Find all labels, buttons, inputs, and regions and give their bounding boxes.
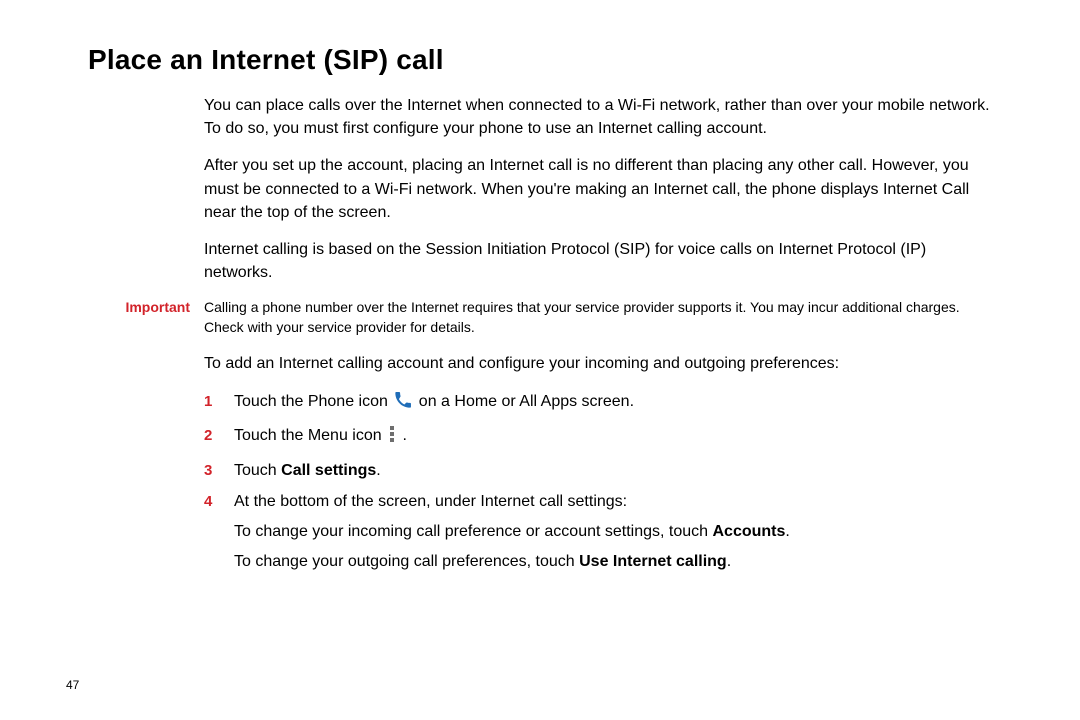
text-run: . xyxy=(403,427,407,444)
lead-in: To add an Internet calling account and c… xyxy=(204,352,996,375)
step-text: At the bottom of the screen, under Inter… xyxy=(234,489,996,574)
important-text: Calling a phone number over the Internet… xyxy=(204,298,996,337)
text-run: . xyxy=(727,553,731,570)
step-list: 1 Touch the Phone icon on a Home or All … xyxy=(204,389,996,575)
text-run: To change your outgoing call preferences… xyxy=(234,553,579,570)
step-text: Touch the Menu icon . xyxy=(234,423,996,452)
text-run: . xyxy=(785,523,789,540)
sub-line: To change your outgoing call preferences… xyxy=(234,549,996,575)
sub-line: To change your incoming call preference … xyxy=(234,519,996,545)
text-run: on a Home or All Apps screen. xyxy=(419,393,634,410)
intro-block: You can place calls over the Internet wh… xyxy=(204,94,1016,284)
text-run: To change your incoming call preference … xyxy=(234,523,713,540)
paragraph: Internet calling is based on the Session… xyxy=(204,238,996,284)
text-run: Touch the Phone icon xyxy=(234,393,392,410)
bold-term: Accounts xyxy=(713,523,786,540)
step-item: 4 At the bottom of the screen, under Int… xyxy=(204,489,996,574)
document-page: Place an Internet (SIP) call You can pla… xyxy=(0,0,1080,720)
text-run: Touch the Menu icon xyxy=(234,427,386,444)
text-run: At the bottom of the screen, under Inter… xyxy=(234,493,627,510)
paragraph: You can place calls over the Internet wh… xyxy=(204,94,996,140)
step-item: 1 Touch the Phone icon on a Home or All … xyxy=(204,389,996,418)
bold-term: Call settings xyxy=(281,462,376,479)
page-title: Place an Internet (SIP) call xyxy=(88,44,1016,76)
step-item: 2 Touch the Menu icon . xyxy=(204,423,996,452)
step-text: Touch Call settings. xyxy=(234,458,996,484)
phone-icon xyxy=(394,391,412,418)
bold-term: Use Internet calling xyxy=(579,553,727,570)
step-number: 4 xyxy=(204,489,234,514)
step-number: 2 xyxy=(204,423,234,448)
important-note: Important Calling a phone number over th… xyxy=(88,298,1016,337)
text-run: Touch xyxy=(234,462,281,479)
page-number: 47 xyxy=(66,678,79,692)
step-number: 3 xyxy=(204,458,234,483)
menu-overflow-icon xyxy=(388,425,396,452)
important-label: Important xyxy=(88,298,204,315)
step-item: 3 Touch Call settings. xyxy=(204,458,996,484)
text-run: . xyxy=(376,462,380,479)
paragraph: After you set up the account, placing an… xyxy=(204,154,996,224)
step-text: Touch the Phone icon on a Home or All Ap… xyxy=(234,389,996,418)
step-number: 1 xyxy=(204,389,234,414)
steps-block: To add an Internet calling account and c… xyxy=(204,352,1016,575)
